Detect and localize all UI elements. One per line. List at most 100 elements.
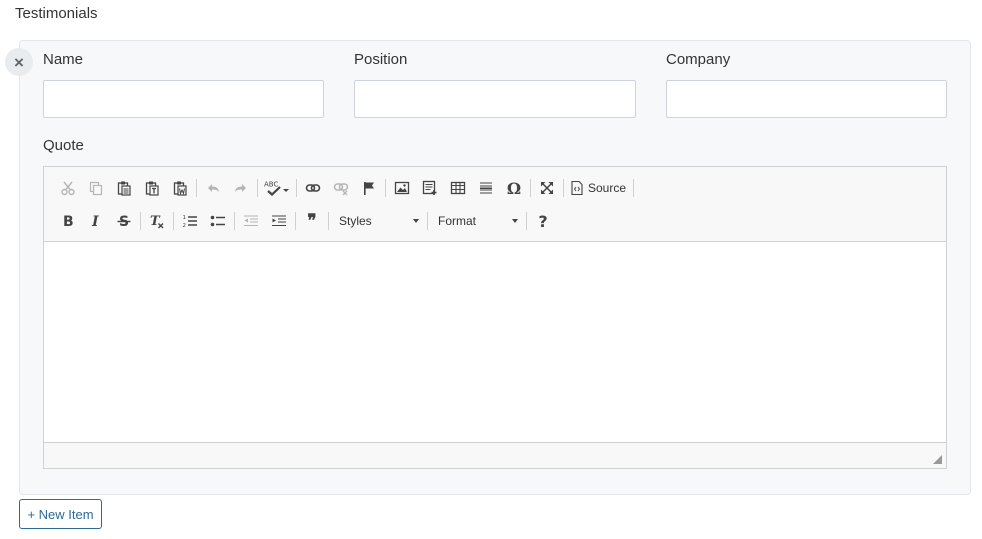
toolbar-separator — [295, 212, 296, 230]
name-label: Name — [43, 51, 84, 68]
link-button[interactable] — [299, 176, 327, 200]
redo-button[interactable] — [227, 176, 255, 200]
embed-media-button[interactable] — [416, 176, 444, 200]
decrease-indent-button[interactable] — [237, 209, 265, 233]
quote-label: Quote — [43, 137, 84, 154]
toolbar-separator — [385, 179, 386, 197]
maximize-icon — [541, 182, 553, 194]
scissors-icon — [61, 181, 75, 196]
media-embed-icon — [422, 180, 437, 195]
format-label: Format — [438, 214, 477, 228]
clipboard-icon — [117, 181, 131, 196]
cut-button[interactable] — [54, 176, 82, 200]
clipboard-text-icon — [145, 181, 159, 196]
editor-toolbar: ABC Ω Source B I S T 1 2 ❞ Styles Format… — [44, 167, 946, 242]
editor-status-bar — [44, 442, 946, 468]
horizontal-rule-icon — [480, 182, 492, 194]
new-item-button[interactable]: + New Item — [19, 499, 102, 529]
toolbar-row-2: B I S T 12 ❞ Styles Format ? — [54, 208, 557, 234]
svg-text:B: B — [63, 214, 74, 229]
quote-icon: ❞ — [307, 211, 317, 231]
styles-label: Styles — [339, 214, 372, 228]
position-label: Position — [354, 51, 408, 68]
flag-icon — [364, 182, 374, 195]
styles-dropdown[interactable]: Styles — [331, 209, 425, 233]
quote-rich-text-editor: ABC Ω Source B I S T 1 2 ❞ Styles Format… — [43, 166, 947, 469]
toolbar-separator — [427, 212, 428, 230]
link-icon — [305, 184, 321, 192]
position-input[interactable] — [354, 80, 636, 118]
unlink-button[interactable] — [327, 176, 355, 200]
table-button[interactable] — [444, 176, 472, 200]
horizontal-line-button[interactable] — [472, 176, 500, 200]
svg-text:1: 1 — [183, 215, 187, 221]
strikethrough-icon: S — [117, 214, 131, 229]
numbered-list-icon: 12 — [183, 215, 197, 229]
undo-icon — [208, 184, 219, 192]
blockquote-button[interactable]: ❞ — [298, 209, 326, 233]
chevron-down-icon — [413, 219, 419, 223]
paste-text-button[interactable] — [138, 176, 166, 200]
bulleted-list-icon — [210, 215, 225, 227]
toolbar-separator — [196, 179, 197, 197]
resize-handle-icon[interactable] — [933, 455, 942, 464]
toolbar-separator — [633, 179, 635, 197]
toolbar-separator — [173, 212, 174, 230]
svg-text:2: 2 — [183, 223, 187, 229]
italic-icon: I — [91, 214, 99, 229]
toolbar-separator — [530, 179, 531, 197]
company-label: Company — [666, 51, 731, 68]
chevron-down-icon — [512, 219, 518, 223]
undo-button[interactable] — [199, 176, 227, 200]
copy-button[interactable] — [82, 176, 110, 200]
maximize-button[interactable] — [533, 176, 561, 200]
remove-format-icon: T — [150, 214, 164, 229]
company-input[interactable] — [666, 80, 947, 118]
remove-item-button[interactable]: × — [5, 48, 33, 76]
toolbar-separator — [296, 179, 297, 197]
italic-button[interactable]: I — [82, 209, 110, 233]
copy-icon — [89, 181, 103, 196]
name-input[interactable] — [43, 80, 324, 118]
anchor-button[interactable] — [355, 176, 383, 200]
format-dropdown[interactable]: Format — [430, 209, 524, 233]
spellcheck-icon: ABC — [264, 181, 289, 196]
section-title: Testimonials — [15, 5, 98, 22]
redo-icon — [235, 184, 246, 192]
close-icon: × — [14, 52, 24, 72]
toolbar-separator — [257, 179, 258, 197]
bold-button[interactable]: B — [54, 209, 82, 233]
toolbar-separator — [563, 179, 564, 197]
outdent-icon — [244, 215, 258, 227]
paste-from-word-button[interactable] — [166, 176, 194, 200]
toolbar-separator — [526, 212, 527, 230]
source-button[interactable]: Source — [566, 176, 631, 200]
image-icon — [394, 181, 410, 195]
spell-check-button[interactable]: ABC — [260, 176, 294, 200]
omega-icon: Ω — [506, 178, 522, 198]
source-label: Source — [588, 181, 627, 195]
help-button[interactable]: ? — [529, 209, 557, 233]
indent-icon — [272, 215, 286, 227]
svg-text:I: I — [91, 214, 99, 229]
toolbar-row-1: ABC Ω Source — [54, 175, 636, 201]
bold-icon: B — [63, 214, 74, 229]
remove-format-button[interactable]: T — [143, 209, 171, 233]
svg-text:ABC: ABC — [264, 181, 278, 189]
toolbar-separator — [234, 212, 235, 230]
toolbar-separator — [328, 212, 329, 230]
increase-indent-button[interactable] — [265, 209, 293, 233]
image-button[interactable] — [388, 176, 416, 200]
clipboard-word-icon — [173, 181, 187, 196]
special-character-button[interactable]: Ω — [500, 176, 528, 200]
numbered-list-button[interactable]: 12 — [176, 209, 204, 233]
strikethrough-button[interactable]: S — [110, 209, 138, 233]
source-icon — [571, 181, 583, 195]
help-icon: ? — [538, 211, 548, 231]
table-icon — [450, 181, 466, 195]
toolbar-separator — [140, 212, 141, 230]
unlink-icon — [333, 183, 349, 196]
editor-content-area[interactable] — [44, 242, 946, 443]
paste-button[interactable] — [110, 176, 138, 200]
bulleted-list-button[interactable] — [204, 209, 232, 233]
